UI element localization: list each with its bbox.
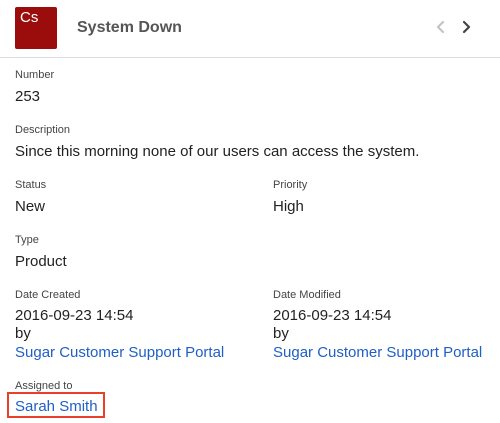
module-avatar: Cs	[15, 7, 57, 49]
highlight-box	[7, 392, 105, 418]
number-label: Number	[15, 69, 55, 81]
date-created-by: by	[15, 325, 31, 342]
description-label: Description	[15, 124, 71, 136]
priority-label: Priority	[273, 179, 308, 191]
status-value: New	[15, 198, 46, 215]
type-label: Type	[15, 234, 39, 246]
date-modified-label: Date Modified	[273, 289, 341, 301]
record-header: Cs System Down	[0, 0, 500, 58]
record-title: System Down	[77, 19, 182, 36]
date-modified-user-link[interactable]: Sugar Customer Support Portal	[273, 344, 482, 362]
date-created-value: 2016-09-23 14:54	[15, 307, 134, 324]
avatar-text: Cs	[20, 9, 39, 26]
date-modified-by: by	[273, 325, 289, 342]
chevron-left-icon	[436, 20, 445, 34]
previous-record-button[interactable]	[433, 17, 449, 37]
status-label: Status	[15, 179, 47, 191]
type-value: Product	[15, 253, 67, 270]
number-value: 253	[15, 88, 41, 105]
date-created-user-link[interactable]: Sugar Customer Support Portal	[15, 344, 224, 362]
date-modified-value: 2016-09-23 14:54	[273, 307, 392, 324]
chevron-right-icon	[462, 20, 471, 34]
next-record-button[interactable]	[459, 17, 475, 37]
priority-value: High	[273, 198, 304, 215]
description-value: Since this morning none of our users can…	[15, 143, 420, 160]
date-created-label: Date Created	[15, 289, 81, 301]
